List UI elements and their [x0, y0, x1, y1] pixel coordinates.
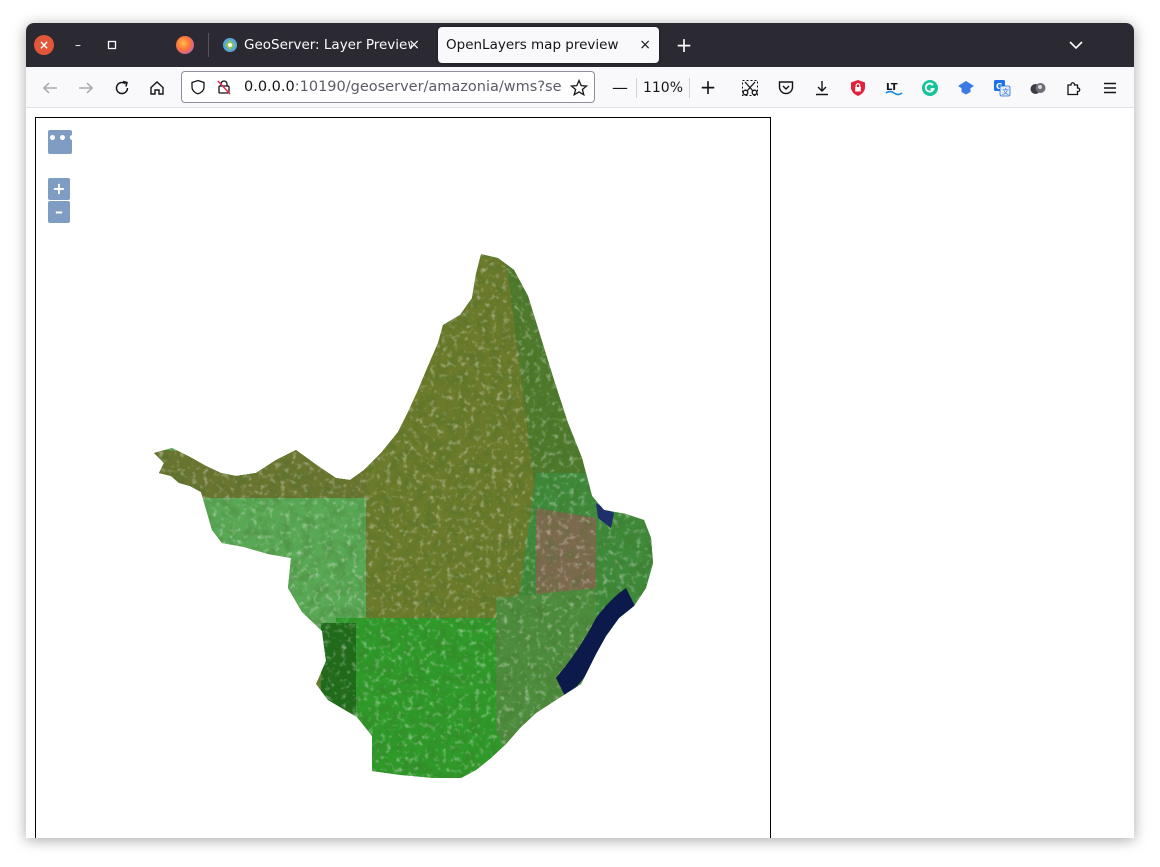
zoom-reset-button[interactable]: 110% [636, 78, 690, 98]
reload-button[interactable] [108, 74, 136, 102]
downloads-button[interactable] [808, 74, 836, 102]
tab-separator [208, 33, 209, 57]
languagetool-icon: LT [885, 82, 903, 96]
browser-window: × – GeoServer: Layer Preview × OpenLayer… [26, 23, 1134, 838]
app-menu-button[interactable] [1096, 74, 1124, 102]
tab-title: OpenLayers map preview [446, 37, 619, 53]
arrow-left-icon [42, 82, 57, 94]
home-icon [150, 81, 164, 95]
back-button[interactable] [36, 74, 64, 102]
geoserver-favicon-icon [223, 38, 237, 52]
window-close-button[interactable]: × [34, 35, 54, 55]
scissors-icon [742, 80, 758, 96]
tab-bar: × – GeoServer: Layer Preview × OpenLayer… [26, 23, 1134, 67]
map-more-button[interactable]: ••• [48, 130, 77, 154]
map-zoom-in-button[interactable]: + [48, 178, 70, 200]
new-tab-button[interactable]: + [670, 31, 698, 59]
circles-icon [1030, 83, 1046, 94]
download-icon [816, 81, 828, 96]
amazonia-raster-layer [154, 254, 653, 778]
url-host: 0.0.0.0 [244, 79, 295, 95]
screenshot-button[interactable] [736, 74, 764, 102]
tab-title: GeoServer: Layer Preview [244, 37, 412, 53]
red-shield-icon [851, 80, 865, 96]
maximize-icon [107, 40, 117, 50]
page-content: ••• + – [26, 108, 1134, 838]
extensions-button[interactable] [1060, 74, 1088, 102]
window-minimize-button[interactable]: – [68, 35, 88, 55]
tab-close-icon[interactable]: × [639, 27, 651, 63]
chevron-down-icon [1069, 41, 1083, 50]
svg-text:文: 文 [1002, 87, 1009, 96]
list-all-tabs-button[interactable] [1064, 33, 1088, 57]
insecure-lock-icon[interactable] [216, 79, 232, 95]
pocket-icon [778, 81, 794, 95]
extension-grammarly-button[interactable] [916, 74, 944, 102]
firefox-view-icon[interactable] [176, 36, 194, 54]
extension-languagetool-button[interactable]: LT [880, 74, 908, 102]
address-bar[interactable]: 0.0.0.0:10190/geoserver/amazonia/wms?ser… [181, 71, 595, 103]
tab-close-icon[interactable]: × [408, 27, 420, 63]
puzzle-piece-icon [1067, 82, 1081, 96]
home-button[interactable] [143, 74, 171, 102]
window-maximize-button[interactable] [102, 35, 122, 55]
grammarly-icon [922, 80, 938, 96]
navigation-toolbar: 0.0.0.0:10190/geoserver/amazonia/wms?ser… [26, 67, 1134, 108]
extension-graduation-button[interactable] [952, 74, 980, 102]
url-text[interactable]: 0.0.0.0:10190/geoserver/amazonia/wms?ser… [244, 72, 562, 102]
extension-translate-button[interactable]: G文 [988, 74, 1016, 102]
arrow-right-icon [79, 82, 94, 94]
graduation-cap-icon [958, 81, 974, 95]
pocket-button[interactable] [772, 74, 800, 102]
extension-ublock-button[interactable] [844, 74, 872, 102]
zoom-out-button[interactable]: — [606, 73, 634, 101]
translate-icon: G文 [994, 80, 1011, 97]
openlayers-map[interactable]: ••• + – [35, 117, 771, 838]
tab-openlayers-map-preview[interactable]: OpenLayers map preview × [438, 27, 659, 63]
shield-icon[interactable] [190, 79, 206, 95]
bookmark-star-icon[interactable] [570, 79, 588, 97]
extension-circles-button[interactable] [1024, 74, 1052, 102]
tab-geoserver-layer-preview[interactable]: GeoServer: Layer Preview × [214, 27, 428, 63]
reload-icon [115, 80, 129, 95]
url-path: :10190/geoserver/amazonia/wms?servi [294, 79, 562, 95]
zoom-in-button[interactable]: + [694, 73, 722, 101]
hamburger-menu-icon [1104, 82, 1116, 94]
map-zoom-out-button[interactable]: – [48, 201, 70, 223]
forward-button[interactable] [72, 74, 100, 102]
